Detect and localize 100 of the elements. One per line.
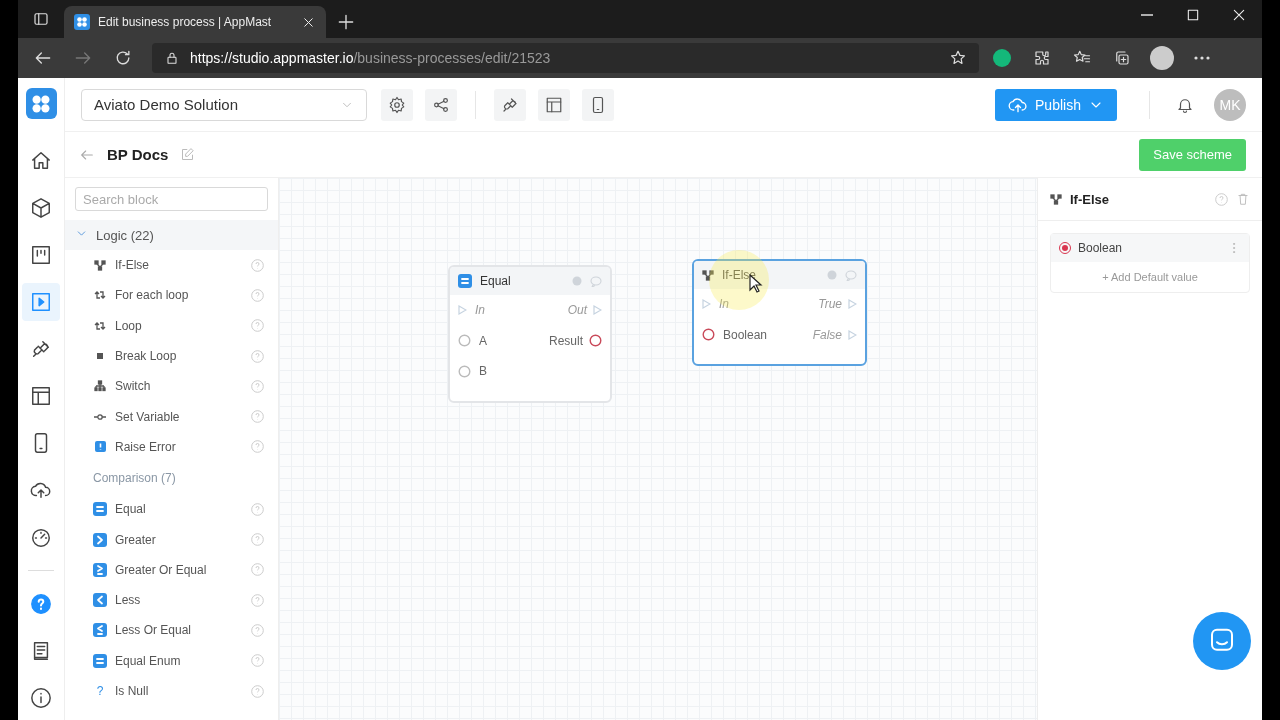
block-icon xyxy=(94,259,106,272)
block-icon xyxy=(94,289,106,302)
play-nav-button[interactable] xyxy=(22,283,60,321)
data-port-icon[interactable] xyxy=(458,334,471,348)
block-item[interactable]: Less Or Equal xyxy=(65,615,278,646)
settings-button[interactable] xyxy=(381,88,413,121)
more-icon[interactable] xyxy=(1194,56,1210,60)
category-header[interactable]: Logic (22) xyxy=(65,220,278,250)
play-icon xyxy=(30,291,52,313)
block-icon xyxy=(94,380,106,393)
add-favorite-icon xyxy=(949,49,967,67)
share-button[interactable] xyxy=(425,88,457,121)
block-item[interactable]: Set Variable xyxy=(65,401,278,432)
help-icon[interactable] xyxy=(251,563,264,577)
block-item[interactable]: Greater Or Equal xyxy=(65,554,278,585)
data-port-icon[interactable] xyxy=(702,328,715,342)
cursor-highlight xyxy=(709,250,769,310)
block-item[interactable]: Break Loop xyxy=(65,340,278,372)
help-icon[interactable] xyxy=(251,410,264,424)
block-item[interactable]: For each loop xyxy=(65,280,278,311)
port-label: False xyxy=(812,327,842,342)
collections-icon xyxy=(1113,49,1131,67)
data-port-icon[interactable] xyxy=(458,364,471,378)
help-icon xyxy=(30,593,52,615)
port-label: In xyxy=(719,297,729,312)
flow-port-icon[interactable] xyxy=(702,299,711,310)
help-icon[interactable] xyxy=(251,593,264,607)
port-label: B xyxy=(479,364,487,379)
search-field[interactable]: Search block xyxy=(75,187,268,211)
block-item[interactable]: Equal Enum xyxy=(65,645,278,676)
board-icon xyxy=(30,244,52,266)
help-icon[interactable] xyxy=(251,533,264,546)
port-label: Out xyxy=(567,303,587,318)
layout-icon xyxy=(545,95,563,114)
block-item[interactable]: If-Else xyxy=(65,250,278,281)
settings-dot-icon[interactable] xyxy=(827,270,837,280)
flow-port-icon[interactable] xyxy=(593,305,602,316)
maximize-icon xyxy=(1185,7,1201,23)
puzzle-icon xyxy=(1033,49,1051,67)
flow-port-icon[interactable] xyxy=(848,299,857,310)
extension-icon[interactable] xyxy=(993,49,1011,67)
node-type-icon xyxy=(458,274,472,288)
settings-dot-icon[interactable] xyxy=(572,276,582,286)
parameter-label: Boolean xyxy=(1078,241,1124,255)
block-item[interactable]: Raise Error xyxy=(65,431,278,463)
comment-icon[interactable] xyxy=(845,269,857,281)
profile-avatar[interactable] xyxy=(1150,46,1174,70)
cube-icon xyxy=(30,197,52,219)
share-icon xyxy=(432,95,450,114)
app-logo[interactable] xyxy=(25,88,57,119)
node-type-icon xyxy=(702,269,714,281)
block-item[interactable]: Loop xyxy=(65,310,278,341)
phone-button[interactable] xyxy=(582,88,614,121)
solution-select[interactable]: Aviato Demo Solution xyxy=(81,88,367,121)
port-label: Result xyxy=(549,333,583,348)
layout-button[interactable] xyxy=(538,88,570,121)
block-item[interactable]: Less xyxy=(65,584,278,616)
help-icon[interactable] xyxy=(251,623,264,637)
if-else-icon xyxy=(1050,193,1062,205)
help-icon[interactable] xyxy=(251,440,264,454)
help-icon[interactable] xyxy=(251,502,264,516)
help-icon[interactable] xyxy=(251,654,264,668)
favicon-icon xyxy=(74,14,90,30)
settings-icon xyxy=(388,95,406,114)
minimize-icon[interactable] xyxy=(1141,14,1153,16)
info-icon xyxy=(30,687,52,709)
help-icon[interactable] xyxy=(251,349,264,363)
block-icon xyxy=(93,562,107,577)
block-icon xyxy=(93,593,107,608)
browser-tab[interactable]: Edit business process | AppMast xyxy=(64,6,326,38)
port-label: True xyxy=(818,297,842,312)
address-bar[interactable]: https://studio.appmaster.io/business-processes/edit/21523 xyxy=(152,43,979,73)
block-icon xyxy=(93,623,107,638)
block-item[interactable]: Greater xyxy=(65,524,278,555)
new-tab-icon xyxy=(336,12,356,32)
help-icon[interactable] xyxy=(251,319,264,333)
help-icon[interactable] xyxy=(1215,192,1228,206)
flow-port-icon[interactable] xyxy=(458,305,467,316)
block-item[interactable]: ? Is Null xyxy=(65,675,278,707)
close-icon xyxy=(1231,7,1247,23)
data-port-icon[interactable] xyxy=(589,334,602,348)
block-icon xyxy=(93,532,107,547)
gauge-icon xyxy=(30,526,52,548)
block-icon xyxy=(93,653,107,668)
help-icon[interactable] xyxy=(251,684,264,698)
port-label: Boolean xyxy=(723,327,768,342)
node-card[interactable]: Equal In Out A Result B xyxy=(448,265,612,403)
block-item[interactable]: Switch xyxy=(65,371,278,402)
comment-icon[interactable] xyxy=(590,275,602,287)
edit-icon xyxy=(180,147,196,162)
help-icon[interactable] xyxy=(251,258,264,272)
help-icon[interactable] xyxy=(251,379,264,393)
port-label: A xyxy=(479,333,487,348)
plug-button[interactable] xyxy=(494,88,526,121)
port-label: In xyxy=(475,303,485,318)
help-icon[interactable] xyxy=(251,288,264,302)
flow-port-icon[interactable] xyxy=(848,329,857,340)
block-item[interactable]: Equal xyxy=(65,494,278,525)
delete-icon xyxy=(1236,192,1250,206)
plug-icon xyxy=(501,95,519,114)
